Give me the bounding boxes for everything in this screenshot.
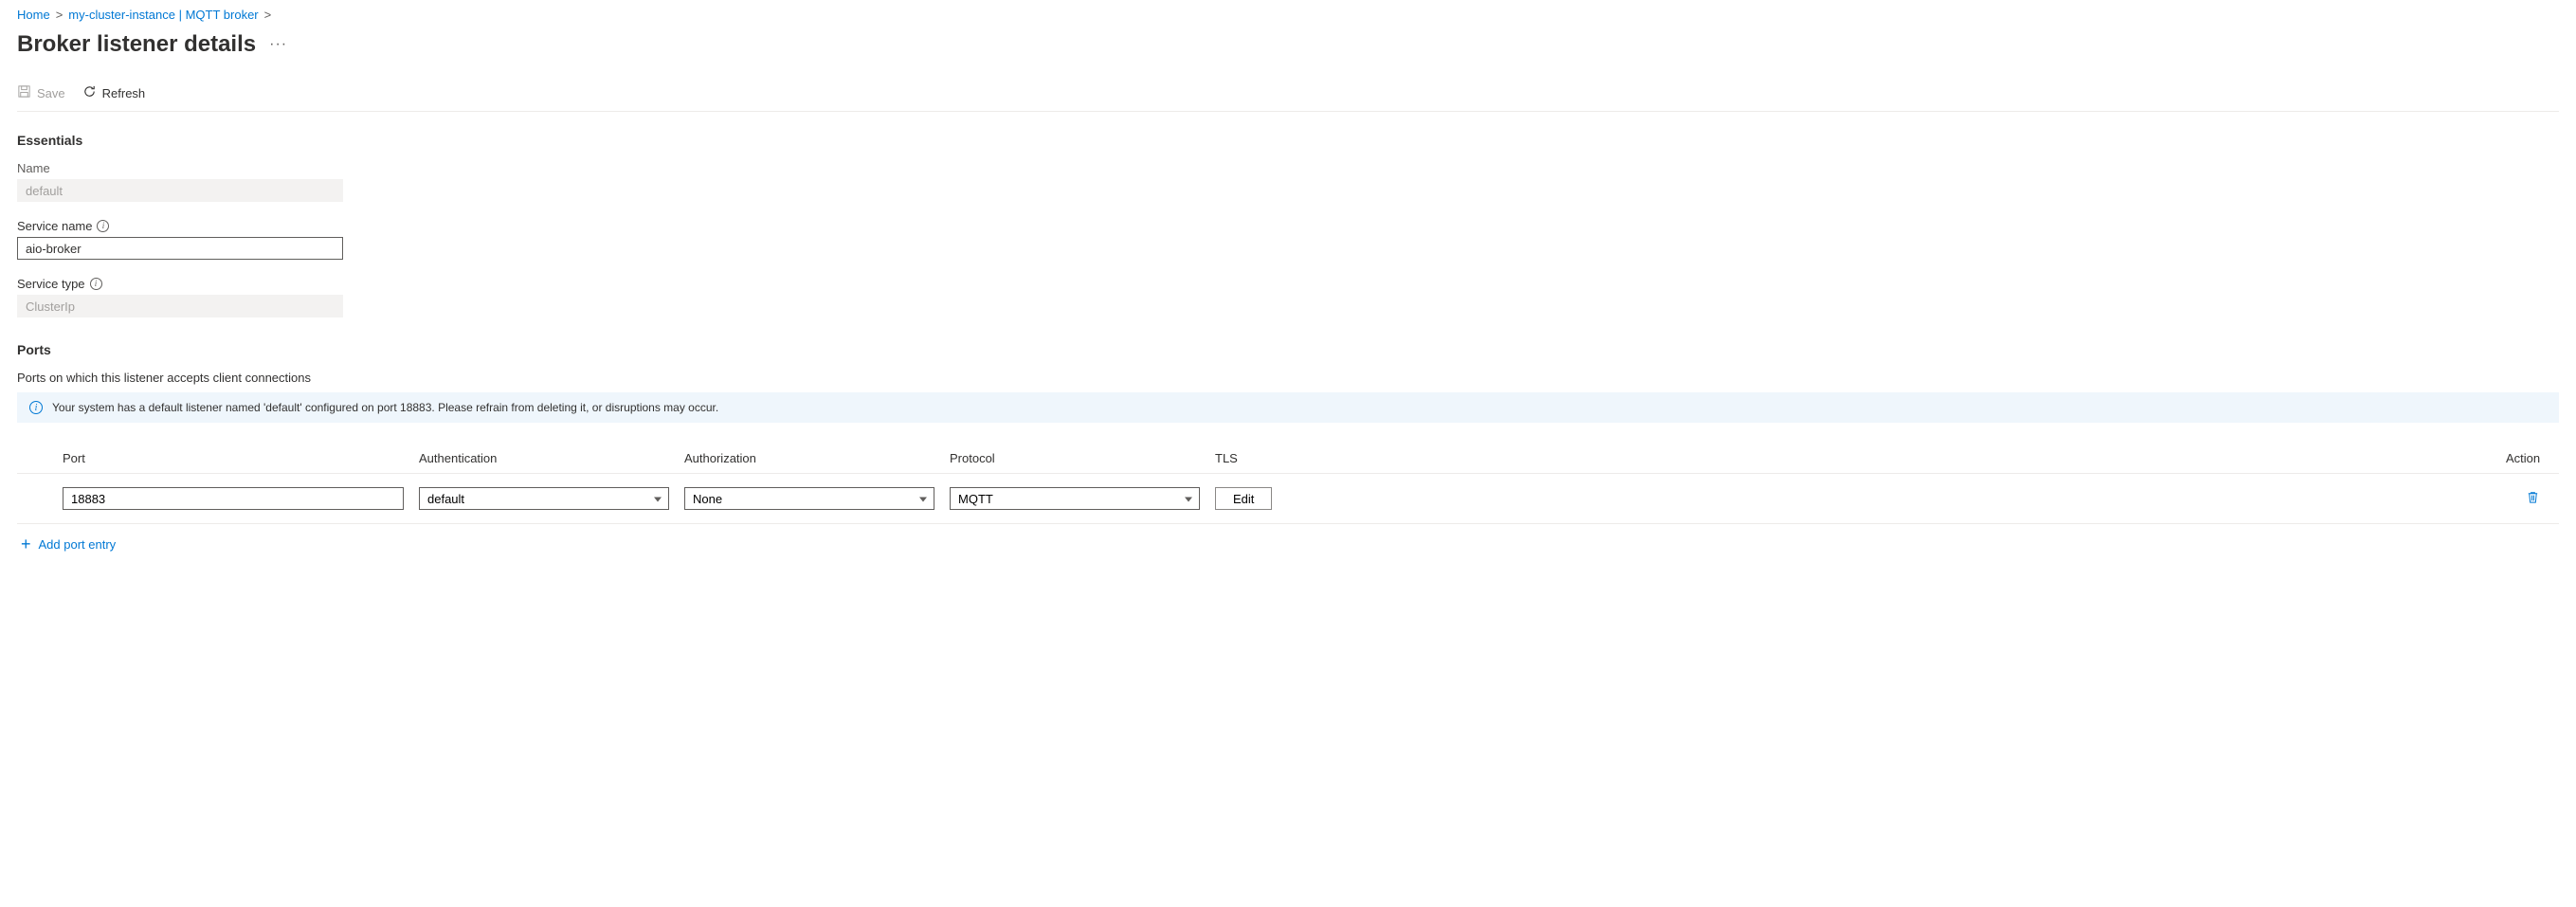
name-label: Name [17,161,2559,175]
refresh-icon [82,84,97,101]
page-title-row: Broker listener details ··· [17,31,2559,58]
trash-icon [2526,490,2540,507]
authorization-select[interactable]: None [684,487,934,510]
protocol-select[interactable]: MQTT [950,487,1200,510]
essentials-heading: Essentials [17,133,2559,148]
service-type-label-row: Service type i [17,277,2559,291]
info-icon[interactable]: i [90,278,102,290]
col-action: Action [2506,451,2559,465]
authentication-select[interactable]: default [419,487,669,510]
breadcrumb-cluster[interactable]: my-cluster-instance | MQTT broker [68,8,258,22]
col-authorization: Authorization [684,451,934,465]
ports-table-header: Port Authentication Authorization Protoc… [17,444,2559,474]
name-input [17,179,343,202]
table-row: default None MQTT [17,474,2559,524]
save-icon [17,84,31,101]
service-type-label: Service type [17,277,85,291]
delete-button[interactable] [2506,490,2559,507]
col-authentication: Authentication [419,451,669,465]
ports-heading: Ports [17,342,2559,357]
breadcrumb-home[interactable]: Home [17,8,50,22]
add-port-button[interactable]: + Add port entry [21,535,2559,553]
refresh-button[interactable]: Refresh [82,84,146,101]
col-port: Port [63,451,404,465]
info-banner-text: Your system has a default listener named… [52,401,718,414]
essentials-section: Essentials Name Service name i Service t… [17,133,2559,317]
ports-description: Ports on which this listener accepts cli… [17,371,2559,385]
chevron-right-icon: > [56,8,63,22]
toolbar: Save Refresh [17,84,2559,112]
breadcrumb: Home > my-cluster-instance | MQTT broker… [17,8,2559,22]
service-type-input [17,295,343,317]
ports-section: Ports Ports on which this listener accep… [17,342,2559,553]
info-banner: i Your system has a default listener nam… [17,392,2559,423]
more-icon[interactable]: ··· [269,36,287,53]
tls-edit-button[interactable]: Edit [1215,487,1272,510]
service-name-input[interactable] [17,237,343,260]
service-type-field: Service type i [17,277,2559,317]
ports-table: Port Authentication Authorization Protoc… [17,444,2559,524]
chevron-right-icon: > [264,8,272,22]
page-title: Broker listener details [17,31,256,58]
info-icon: i [29,401,43,414]
refresh-label: Refresh [102,86,146,100]
port-input[interactable] [63,487,404,510]
add-port-label: Add port entry [39,537,117,552]
col-tls: TLS [1215,451,1289,465]
save-button[interactable]: Save [17,84,65,101]
name-field: Name [17,161,2559,202]
service-name-label-row: Service name i [17,219,2559,233]
info-icon[interactable]: i [97,220,109,232]
save-label: Save [37,86,65,100]
service-name-field: Service name i [17,219,2559,260]
plus-icon: + [21,535,31,553]
col-protocol: Protocol [950,451,1200,465]
service-name-label: Service name [17,219,92,233]
